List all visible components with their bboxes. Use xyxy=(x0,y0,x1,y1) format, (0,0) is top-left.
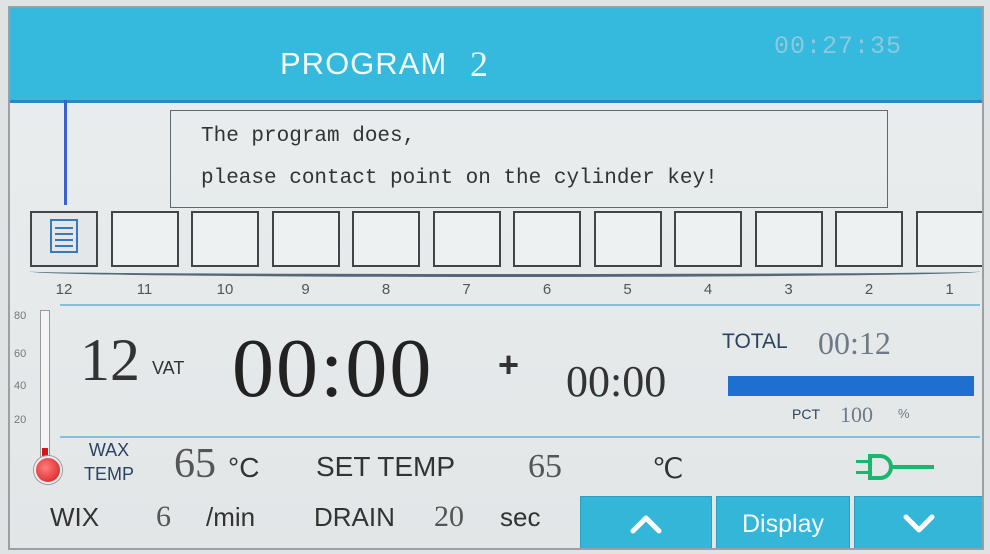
thermometer xyxy=(40,310,50,461)
temp-label: TEMP xyxy=(84,464,135,484)
vat-box-10[interactable] xyxy=(191,211,259,267)
wax-temp-label: WAX TEMP xyxy=(84,438,134,486)
drain-unit: sec xyxy=(500,502,541,532)
vat-box-9[interactable] xyxy=(271,211,340,267)
wax-temp-unit: °C xyxy=(228,452,260,483)
vat-number-label: 2 xyxy=(864,281,874,298)
vat-box-8[interactable] xyxy=(352,211,420,267)
plus-sign: + xyxy=(498,344,520,385)
basket-icon xyxy=(50,219,78,253)
power-plug-icon[interactable] xyxy=(856,454,934,480)
drain-label: DRAIN xyxy=(314,502,395,532)
divider-bottom xyxy=(60,436,980,438)
pct-unit: % xyxy=(898,406,910,421)
vat-box-5[interactable] xyxy=(593,211,662,267)
message-box: The program does, please contact point o… xyxy=(170,110,888,208)
display-button[interactable]: Display xyxy=(716,496,850,548)
drain-value[interactable]: 20 xyxy=(434,500,464,534)
vat-connector-line xyxy=(64,100,67,205)
wax-label: WAX xyxy=(88,440,130,460)
divider-top xyxy=(60,304,980,306)
vat-box-4[interactable] xyxy=(674,211,742,267)
program-number: 2 xyxy=(470,44,488,84)
thermometer-bulb-icon xyxy=(34,456,62,484)
message-line-2: please contact point on the cylinder key… xyxy=(201,167,718,190)
program-title: PROGRAM xyxy=(280,46,448,81)
vat-number-label: 12 xyxy=(55,281,73,298)
vat-number-label: 10 xyxy=(216,281,234,298)
vat-box-7[interactable] xyxy=(432,211,501,267)
vat-box-2[interactable] xyxy=(835,211,903,267)
mix-unit: /min xyxy=(206,502,256,532)
vat-number-label: 8 xyxy=(381,281,391,298)
pct-value: 100 xyxy=(840,402,873,427)
vat-number-label: 1 xyxy=(945,281,954,298)
chevron-down-icon xyxy=(903,514,935,533)
current-vat-number: 12 xyxy=(80,327,140,393)
extra-time: 00:00 xyxy=(566,357,667,406)
progress-bar xyxy=(728,376,974,396)
vat-box-1[interactable] xyxy=(915,211,982,267)
mix-value[interactable]: 6 xyxy=(156,500,171,534)
vat-number-label: 9 xyxy=(301,281,310,298)
vat-box-3[interactable] xyxy=(754,211,823,267)
vat-box-11[interactable] xyxy=(110,211,179,267)
vat-label: VAT xyxy=(152,358,185,378)
vat-number-label: 7 xyxy=(462,281,471,298)
set-temp-unit: ℃ xyxy=(652,453,684,484)
mix-label: WIX xyxy=(50,502,100,532)
message-line-1: The program does, xyxy=(201,125,416,148)
chevron-up-icon xyxy=(630,515,662,534)
thermo-tick: 80 xyxy=(14,310,27,322)
vat-box-12[interactable] xyxy=(30,211,98,267)
vat-box-6[interactable] xyxy=(513,211,581,267)
vat-number-label: 4 xyxy=(703,281,713,298)
thermo-tick: 40 xyxy=(14,380,27,392)
wax-temp-value: 65 xyxy=(174,441,216,487)
total-label: TOTAL xyxy=(722,330,788,353)
up-button[interactable] xyxy=(580,496,712,548)
set-temp-label: SET TEMP xyxy=(316,451,456,482)
system-clock: 00:27:35 xyxy=(774,32,903,61)
elapsed-time: 00:00 xyxy=(232,322,434,415)
vat-number-label: 5 xyxy=(623,281,632,298)
down-button[interactable] xyxy=(854,496,982,548)
vat-number-label: 3 xyxy=(784,281,793,298)
thermo-tick: 60 xyxy=(14,348,27,360)
total-time: 00:12 xyxy=(818,325,891,361)
vat-number-label: 11 xyxy=(136,281,153,298)
thermo-tick: 20 xyxy=(14,414,27,426)
touch-screen: PROGRAM 2 00:27:35 The program does, ple… xyxy=(8,6,984,550)
pct-label: PCT xyxy=(792,406,820,422)
vat-tray xyxy=(30,266,980,277)
vat-number-label: 6 xyxy=(542,281,552,298)
progress-bar-fill xyxy=(728,376,974,396)
program-header: PROGRAM 2 00:27:35 xyxy=(10,8,982,103)
set-temp-value[interactable]: 65 xyxy=(528,448,562,486)
